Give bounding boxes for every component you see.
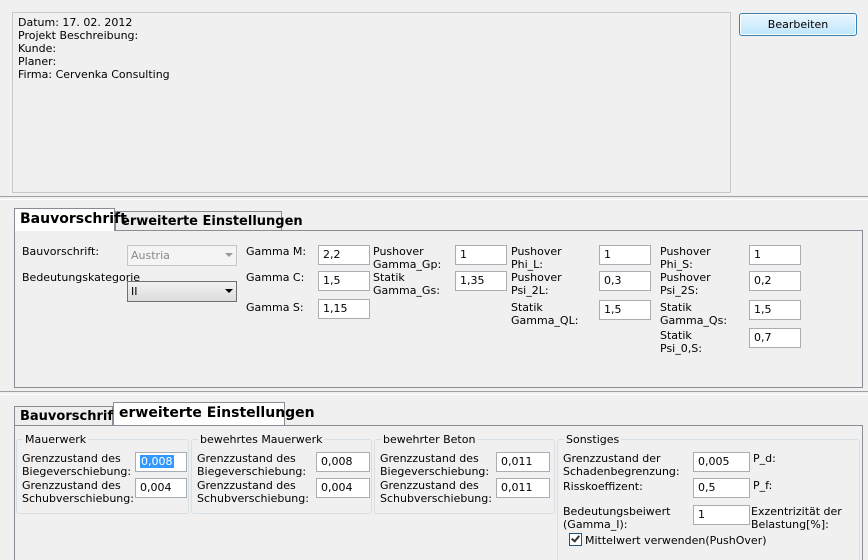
bauvorschrift-panel: Bauvorschrift: Austria Bedeutungskategor…: [14, 230, 863, 388]
tab-erweiterte-einstellungen[interactable]: erweiterte Einstellungen: [115, 211, 303, 231]
info-projekt: Projekt Beschreibung:: [18, 29, 139, 42]
statik-gamma-ql-label-2: Gamma_QL:: [511, 314, 579, 327]
separator: [0, 391, 868, 395]
tab-bauvorschrift-2[interactable]: Bauvorschrift: [14, 406, 119, 426]
pd-label: P_d:: [753, 452, 776, 465]
bedeutung-label-2: (Gamma_I):: [563, 518, 628, 531]
bedeutung-input[interactable]: 1: [693, 505, 750, 525]
group-bewehrtes-mauerwerk: bewehrtes Mauerwerk Grenzzustand des Bie…: [191, 433, 372, 514]
bm-schub-input[interactable]: 0,004: [316, 478, 370, 498]
pushover-gamma-gp-label-2: Gamma_Gp:: [373, 258, 442, 271]
statik-gamma-qs-input[interactable]: 1,5: [749, 300, 801, 320]
statik-gamma-qs-label-2: Gamma_Qs:: [660, 314, 728, 327]
bauvorschrift-label: Bauvorschrift:: [22, 245, 100, 258]
pushover-psi-2l-input[interactable]: 0,3: [599, 271, 651, 291]
info-firma: Firma: Cervenka Consulting: [18, 68, 170, 81]
gamma-c-label: Gamma C:: [246, 271, 305, 284]
mw-biege-label-1: Grenzzustand des: [22, 452, 121, 465]
statik-gamma-gs-label-1: Statik: [373, 271, 405, 284]
pushover-phi-l-label-2: Phi_L:: [511, 258, 543, 271]
bb-biege-input[interactable]: 0,011: [496, 452, 550, 472]
statik-psi-0s-label-2: Psi_0,S:: [660, 342, 702, 355]
bauvorschrift-value: Austria: [131, 249, 170, 262]
bm-biege-input[interactable]: 0,008: [316, 452, 370, 472]
bb-biege-label-2: Biegeverschiebung:: [380, 465, 490, 478]
mw-schub-label-1: Grenzzustand des: [22, 479, 121, 492]
chevron-down-icon: [225, 253, 233, 257]
risiko-label: Risskoeffizent:: [563, 480, 643, 493]
mw-schub-label-2: Schubverschiebung:: [22, 492, 134, 505]
pushover-gamma-gp-input[interactable]: 1: [455, 245, 507, 265]
pf-label: P_f:: [753, 479, 773, 492]
pushover-phi-s-label-2: Phi_S:: [660, 258, 693, 271]
tab-erweiterte-einstellungen-2[interactable]: erweiterte Einstellungen: [113, 402, 315, 425]
tab-bauvorschrift[interactable]: Bauvorschrift: [14, 208, 127, 231]
bb-schub-input[interactable]: 0,011: [496, 478, 550, 498]
statik-gamma-gs-input[interactable]: 1,35: [455, 271, 507, 291]
statik-gamma-ql-input[interactable]: 1,5: [599, 300, 651, 320]
info-kunde: Kunde:: [18, 42, 57, 55]
bm-schub-label-1: Grenzzustand des: [197, 479, 296, 492]
pushover-psi-2s-input[interactable]: 0,2: [749, 271, 801, 291]
separator: [0, 196, 868, 200]
checkmark-icon: [571, 533, 580, 543]
bedeutungskategorie-select[interactable]: II: [127, 281, 237, 302]
project-info-panel: Datum: 17. 02. 2012 Projekt Beschreibung…: [12, 12, 731, 193]
bm-biege-label-1: Grenzzustand des: [197, 452, 296, 465]
pushover-psi-2l-label-2: Psi_2L:: [511, 284, 549, 297]
mw-biege-label-2: Biegeverschiebung:: [22, 465, 132, 478]
gamma-s-label: Gamma S:: [246, 301, 304, 314]
risiko-input[interactable]: 0,5: [693, 478, 750, 498]
info-datum: Datum: 17. 02. 2012: [18, 16, 133, 29]
bedeutungskategorie-value: II: [131, 285, 138, 298]
edit-button[interactable]: Bearbeiten: [739, 13, 857, 36]
exzentrizitaet-label-1: Exzentrizität der: [751, 505, 842, 518]
statik-psi-0s-label-1: Statik: [660, 329, 692, 342]
statik-psi-0s-input[interactable]: 0,7: [749, 328, 801, 348]
pushover-psi-2l-label-1: Pushover: [511, 271, 562, 284]
schaden-input[interactable]: 0,005: [693, 452, 750, 472]
exzentrizitaet-label-2: Belastung[%]:: [751, 518, 829, 531]
mw-biege-value: 0,008: [140, 455, 174, 468]
pushover-psi-2s-label-1: Pushover: [660, 271, 711, 284]
bm-biege-label-2: Biegeverschiebung:: [197, 465, 307, 478]
statik-gamma-qs-label-1: Statik: [660, 301, 692, 314]
pushover-psi-2s-label-2: Psi_2S:: [660, 284, 699, 297]
mw-schub-input[interactable]: 0,004: [135, 478, 187, 498]
gamma-s-input[interactable]: 1,15: [318, 299, 370, 319]
mw-biege-input[interactable]: 0,008: [135, 452, 187, 472]
bb-schub-label-2: Schubverschiebung:: [380, 492, 492, 505]
mittelwert-label[interactable]: Mittelwert verwenden(PushOver): [585, 534, 767, 547]
statik-gamma-gs-label-2: Gamma_Gs:: [373, 284, 440, 297]
group-bewehrter-beton: bewehrter Beton Grenzzustand des Biegeve…: [374, 433, 555, 514]
pushover-phi-s-label-1: Pushover: [660, 245, 711, 258]
schaden-label-1: Grenzzustand der: [563, 452, 661, 465]
gamma-m-input[interactable]: 2,2: [318, 245, 370, 265]
gamma-m-label: Gamma M:: [246, 245, 307, 258]
group-sonstiges: Sonstiges Grenzzustand der Schadenbegren…: [557, 433, 860, 560]
erweiterte-einstellungen-panel: Mauerwerk Grenzzustand des Biegeverschie…: [14, 425, 863, 560]
group-bewehrter-beton-title: bewehrter Beton: [381, 433, 478, 446]
bedeutung-label-1: Bedeutungsbeiwert: [563, 505, 671, 518]
chevron-down-icon: [225, 289, 233, 293]
pushover-phi-s-input[interactable]: 1: [749, 245, 801, 265]
group-bewehrtes-mauerwerk-title: bewehrtes Mauerwerk: [198, 433, 325, 446]
info-planer: Planer:: [18, 55, 57, 68]
bb-schub-label-1: Grenzzustand des: [380, 479, 479, 492]
pushover-phi-l-input[interactable]: 1: [599, 245, 651, 265]
group-mauerwerk: Mauerwerk Grenzzustand des Biegeverschie…: [16, 433, 189, 514]
pushover-gamma-gp-label-1: Pushover: [373, 245, 424, 258]
group-mauerwerk-title: Mauerwerk: [23, 433, 89, 446]
bb-biege-label-1: Grenzzustand des: [380, 452, 479, 465]
bedeutungskategorie-label: Bedeutungskategorie: [22, 271, 141, 284]
schaden-label-2: Schadenbegrenzung:: [563, 465, 680, 478]
statik-gamma-ql-label-1: Statik: [511, 301, 543, 314]
bauvorschrift-select[interactable]: Austria: [127, 245, 237, 266]
bm-schub-label-2: Schubverschiebung:: [197, 492, 309, 505]
gamma-c-input[interactable]: 1,5: [318, 271, 370, 291]
group-sonstiges-title: Sonstiges: [564, 433, 622, 446]
mittelwert-checkbox[interactable]: [569, 533, 582, 546]
pushover-phi-l-label-1: Pushover: [511, 245, 562, 258]
